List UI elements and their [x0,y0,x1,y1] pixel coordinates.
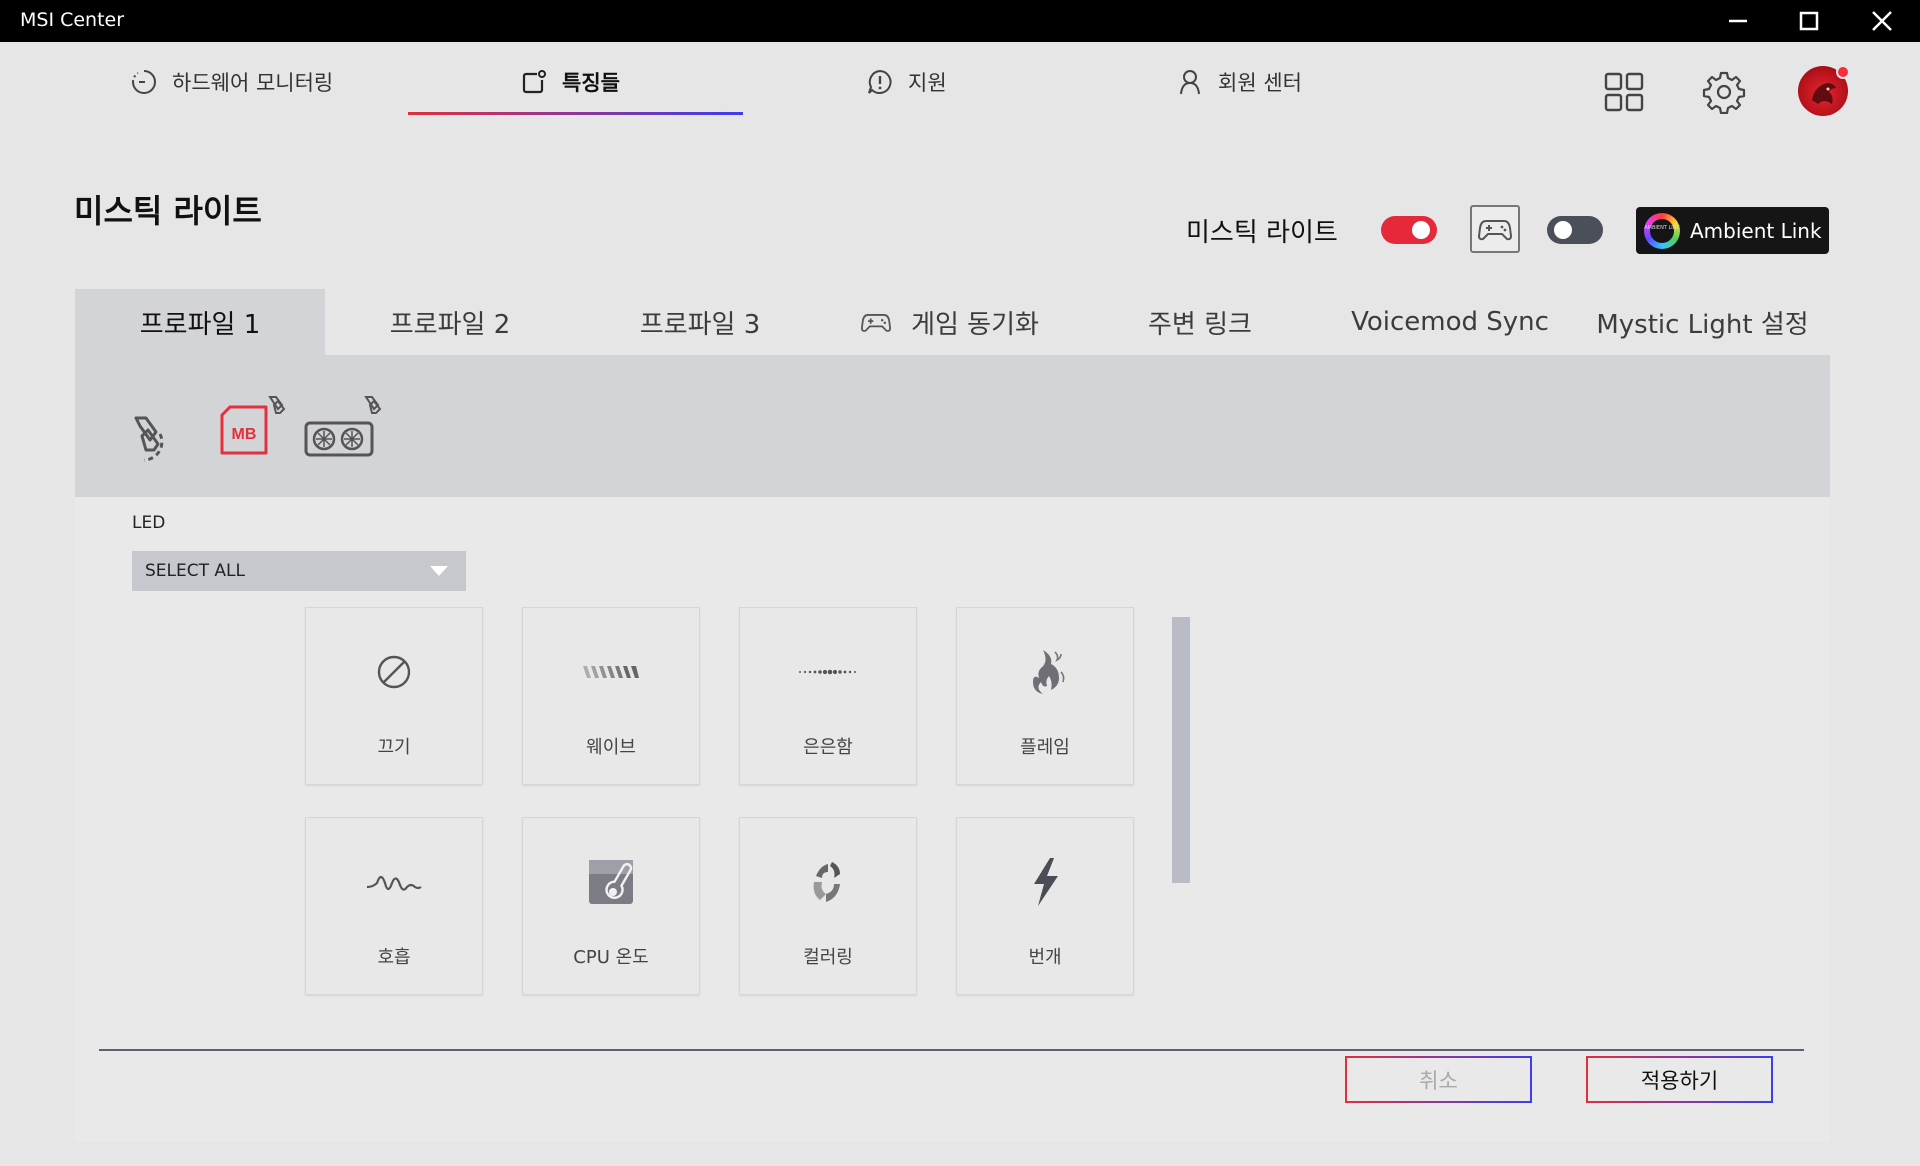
lightning-icon [1034,858,1058,906]
title-bar: MSI Center [0,0,1920,42]
apps-grid-button[interactable] [1598,66,1650,118]
flame-icon [1033,650,1065,694]
effect-card-breathing[interactable]: 호흡 [305,817,483,995]
off-icon [377,655,411,689]
close-icon [1872,11,1892,31]
svg-text:MB: MB [232,426,257,443]
mystic-light-label: 미스틱 라이트 [1186,218,1338,248]
effect-label: 번개 [1028,947,1062,968]
breathing-icon [366,875,422,891]
subtle-icon [799,669,856,675]
gauge-icon [132,70,156,94]
nav-tab-member-center[interactable]: 회원 센터 [1176,62,1302,102]
effect-label: CPU 온도 [573,947,649,968]
cancel-button[interactable]: 취소 [1345,1056,1532,1103]
nav-tab-support[interactable]: 지원 [866,62,947,102]
mystic-light-toggle[interactable] [1381,216,1437,244]
tab-peripheral-link[interactable]: 주변 링크 [1075,289,1325,355]
maximize-button[interactable] [1779,0,1839,42]
sync-all-devices-button[interactable] [124,410,176,468]
profile-tabs: 프로파일 1 프로파일 2 프로파일 3 게임 동기화 주변 링크 Voicem… [75,289,1830,355]
effect-label: 플레임 [1020,737,1070,758]
maximize-icon [1799,11,1819,31]
nav-tab-label: 하드웨어 모니터링 [172,71,334,95]
grid-icon [1604,72,1644,112]
cpu-temperature-icon [589,860,633,904]
window-title: MSI Center [20,9,125,31]
page-title: 미스틱 라이트 [74,192,262,230]
effect-card-subtle[interactable]: 은은함 [739,607,917,785]
settings-button[interactable] [1698,66,1750,118]
tab-profile-1[interactable]: 프로파일 1 [75,289,325,355]
effect-card-lightning[interactable]: 번개 [956,817,1134,995]
nav-tab-label: 특징들 [562,71,620,95]
nav-tab-features[interactable]: 특징들 [520,62,620,102]
close-button[interactable] [1852,0,1912,42]
ambient-link-logo: AMBIENT LINK [1644,212,1680,249]
device-graphics-card[interactable] [304,393,386,467]
features-icon [522,70,546,94]
game-sync-button[interactable] [1470,205,1520,253]
footer-divider [99,1049,1804,1051]
nav-tab-hardware-monitoring[interactable]: 하드웨어 모니터링 [130,62,333,102]
tab-voicemod-sync[interactable]: Voicemod Sync [1325,289,1575,355]
gamepad-icon [861,314,892,332]
color-cycle-icon [813,862,840,902]
ambient-link-label: Ambient Link [1690,218,1822,243]
device-motherboard[interactable]: MB [216,393,288,467]
effect-card-color-cycle[interactable]: 컬러링 [739,817,917,995]
wave-icon [583,666,639,678]
led-select-value: SELECT ALL [145,561,245,581]
effect-card-flame[interactable]: 플레임 [956,607,1134,785]
tab-mystic-light-settings[interactable]: Mystic Light 설정 [1575,289,1830,355]
game-sync-toggle[interactable] [1547,216,1603,244]
effect-label: 은은함 [803,737,853,758]
effect-card-wave[interactable]: 웨이브 [522,607,700,785]
apply-button[interactable]: 적용하기 [1586,1056,1773,1103]
effect-label: 컬러링 [803,947,853,968]
effect-card-cpu-temperature[interactable]: CPU 온도 [522,817,700,995]
effect-label: 호흡 [377,947,411,968]
effects-scrollbar[interactable] [1172,617,1190,883]
link-sync-icon [134,416,164,462]
effect-card-off[interactable]: 끄기 [305,607,483,785]
led-select[interactable]: SELECT ALL [132,551,466,591]
tab-profile-3[interactable]: 프로파일 3 [575,289,825,355]
graphics-card-icon [304,396,382,457]
led-label: LED [132,513,166,533]
support-alert-icon [868,69,892,94]
chevron-down-icon [430,566,448,576]
ambient-link-button[interactable]: AMBIENT LINK Ambient Link [1636,207,1829,254]
minimize-button[interactable] [1708,0,1768,42]
nav-tab-label: 지원 [908,71,947,95]
tab-profile-2[interactable]: 프로파일 2 [325,289,575,355]
minimize-icon [1729,19,1747,23]
motherboard-icon: MB [220,396,286,455]
user-icon [1180,70,1200,95]
active-tab-indicator [408,112,743,115]
gear-icon [1702,71,1746,114]
gamepad-icon [1478,220,1512,241]
tab-game-sync[interactable]: 게임 동기화 [825,289,1075,355]
nav-tab-label: 회원 센터 [1218,71,1302,95]
effect-label: 웨이브 [586,737,636,758]
notification-dot [1836,65,1850,79]
effect-label: 끄기 [377,737,411,758]
avatar[interactable] [1798,65,1850,116]
